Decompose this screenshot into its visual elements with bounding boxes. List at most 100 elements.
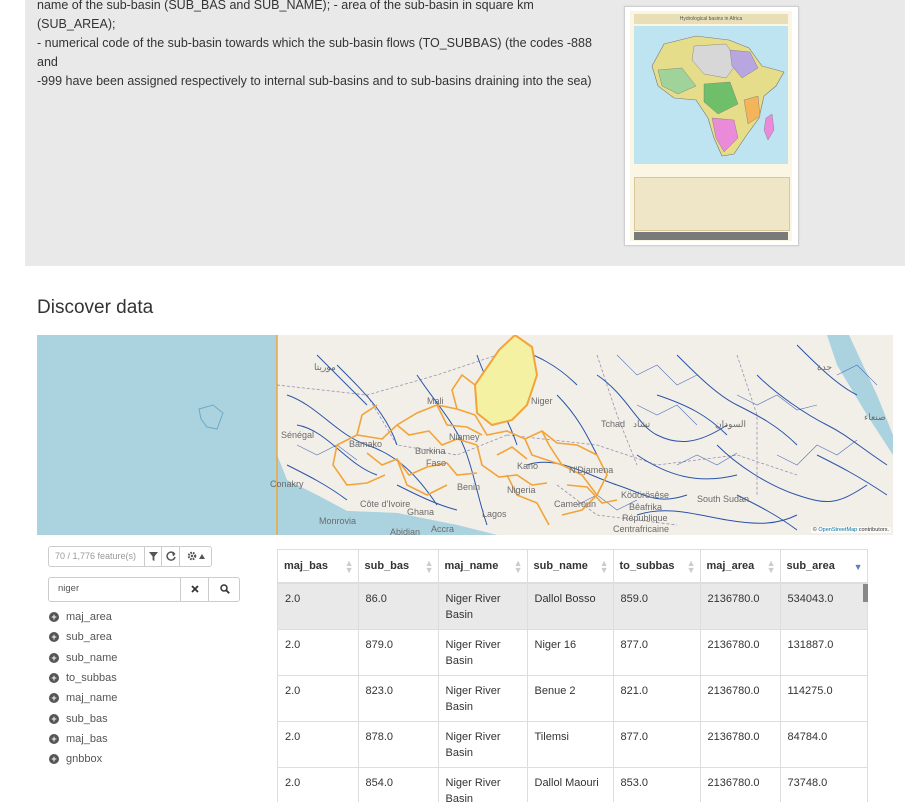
field-item[interactable]: + sub_area [48,627,238,647]
sort-icon[interactable]: ▲ ▼ [767,559,776,575]
map-label: Conakry [270,479,304,489]
map-label: Ghana [407,507,435,517]
table-cell: 2.0 [278,721,359,768]
plus-circle-icon[interactable]: + [49,612,59,623]
table-cell: 878.0 [358,721,439,768]
openstreetmap-link[interactable]: OpenStreetMap [818,527,857,533]
search-box [48,577,240,602]
map-label: Accra [431,524,455,534]
table-cell: 84784.0 [780,721,868,768]
field-label: sub_area [66,631,112,644]
map-label: South Sudan [697,494,750,504]
table-row[interactable]: 2.0 823.0 Niger River Basin Benue 2 821.… [278,675,868,722]
table-cell: 879.0 [358,629,439,676]
plus-circle-icon[interactable]: + [49,693,59,704]
table-cell: 534043.0 [780,583,868,630]
refresh-icon[interactable] [161,547,180,566]
data-table: maj_bas ▲ ▼ sub_bas ▲ ▼ maj_name ▲ ▼ sub_name ▲… [278,549,868,802]
table-cell: Niger River Basin [438,767,528,802]
column-header-maj-area[interactable]: maj_area ▲ ▼ [700,549,781,584]
table-cell: Niger River Basin [438,583,528,630]
section-title: Discover data [37,297,154,318]
sort-icon[interactable]: ▲ ▼ [687,559,696,575]
map-label: تشاد [633,419,651,429]
search-icon[interactable] [208,578,240,601]
thumbnail-africa-map [634,26,788,164]
attribution-suffix: contributors. [858,527,889,533]
map-label: Benin [457,482,481,492]
table-cell: Niger River Basin [438,721,528,768]
field-list: + maj_area + sub_area + sub_name + to_subbas… [48,607,238,769]
map-label: Niger [531,396,553,406]
field-item[interactable]: + to_subbas [48,668,238,688]
table-row[interactable]: 2.0 86.0 Niger River Basin Dallol Bosso … [278,583,868,630]
table-cell: 86.0 [358,583,439,630]
sort-icon[interactable]: ▲ ▼ [425,559,434,575]
table-row[interactable]: 2.0 854.0 Niger River Basin Dallol Maour… [278,767,868,802]
map-label: جدة [817,362,833,372]
map-label: Nigeria [507,485,536,495]
table-cell: 2.0 [278,583,359,630]
sort-icon[interactable]: ▲ ▼ [600,559,609,575]
feature-count: 70 / 1,776 feature(s) [55,551,137,561]
thumbnail-legend [634,177,790,231]
plus-circle-icon[interactable]: + [49,713,59,724]
field-item[interactable]: + maj_area [48,607,238,627]
sort-icon[interactable]: ▲ ▼ [345,559,354,575]
sort-icon[interactable]: ▲ ▼ [514,559,523,575]
map-label: Lagos [482,509,507,519]
map-label: Faso [426,458,447,468]
data-table-container[interactable]: maj_bas ▲ ▼ sub_bas ▲ ▼ maj_name ▲ ▼ sub_name ▲… [277,549,868,802]
plus-circle-icon[interactable]: + [49,673,59,684]
table-cell: 853.0 [613,767,701,802]
plus-circle-icon[interactable]: + [49,652,59,663]
column-header-to-subbas[interactable]: to_subbas ▲ ▼ [613,549,701,584]
table-cell: 2136780.0 [700,583,781,630]
table-cell: Niger River Basin [438,629,528,676]
field-label: sub_bas [66,712,108,725]
plus-circle-icon[interactable]: + [49,754,59,765]
map-label: Bamako [349,439,383,449]
thumbnail-image: Hydrological basins in Africa [630,11,792,241]
map-label: السودان [715,419,747,429]
sort-desc-icon[interactable]: ▼ [854,563,863,572]
column-header-sub-bas[interactable]: sub_bas ▲ ▼ [358,549,439,584]
gear-icon[interactable] [179,547,212,566]
map-view[interactable]: موريتا Mali Niger Sénégal Bamako Burkina… [37,335,893,535]
close-icon[interactable] [180,578,208,601]
column-header-maj-bas[interactable]: maj_bas ▲ ▼ [278,549,359,584]
field-item[interactable]: + gnbbox [48,749,238,769]
table-cell: 877.0 [613,721,701,768]
field-label: gnbbox [66,753,103,766]
map-label: Abidjan [390,527,421,535]
field-item[interactable]: + maj_name [48,688,238,708]
field-label: sub_name [66,651,118,664]
plus-circle-icon[interactable]: + [49,632,59,643]
map-label: Ködörösêse [621,490,670,500]
table-scrollbar[interactable] [863,584,868,602]
map-label: Cameroun [554,499,597,509]
filter-icon[interactable] [144,547,162,566]
plus-circle-icon[interactable]: + [49,733,59,744]
search-input[interactable] [49,578,195,599]
field-item[interactable]: + sub_name [48,648,238,668]
table-cell: 2136780.0 [700,629,781,676]
column-header-maj-name[interactable]: maj_name ▲ ▼ [438,549,528,584]
field-item[interactable]: + sub_bas [48,708,238,728]
table-cell: 2136780.0 [700,767,781,802]
map-label: République [622,513,668,523]
table-row[interactable]: 2.0 879.0 Niger River Basin Niger 16 877… [278,629,868,676]
dataset-thumbnail[interactable]: Hydrological basins in Africa [624,6,799,246]
description-panel: name of the sub-basin (SUB_BAS and SUB_N… [25,0,905,266]
column-header-sub-name[interactable]: sub_name ▲ ▼ [527,549,614,584]
map-attribution: © OpenStreetMap contributors. [810,527,891,533]
map-label: Sénégal [281,430,315,440]
map-label: Burkina [415,446,446,456]
column-header-sub-area[interactable]: sub_area ▼ [780,549,868,584]
table-row[interactable]: 2.0 878.0 Niger River Basin Tilemsi 877.… [278,721,868,768]
table-cell: 823.0 [358,675,439,722]
field-label: maj_bas [66,732,108,745]
field-item[interactable]: + maj_bas [48,729,238,749]
table-cell: Niger River Basin [438,675,528,722]
map-label: موريتا [314,362,336,372]
